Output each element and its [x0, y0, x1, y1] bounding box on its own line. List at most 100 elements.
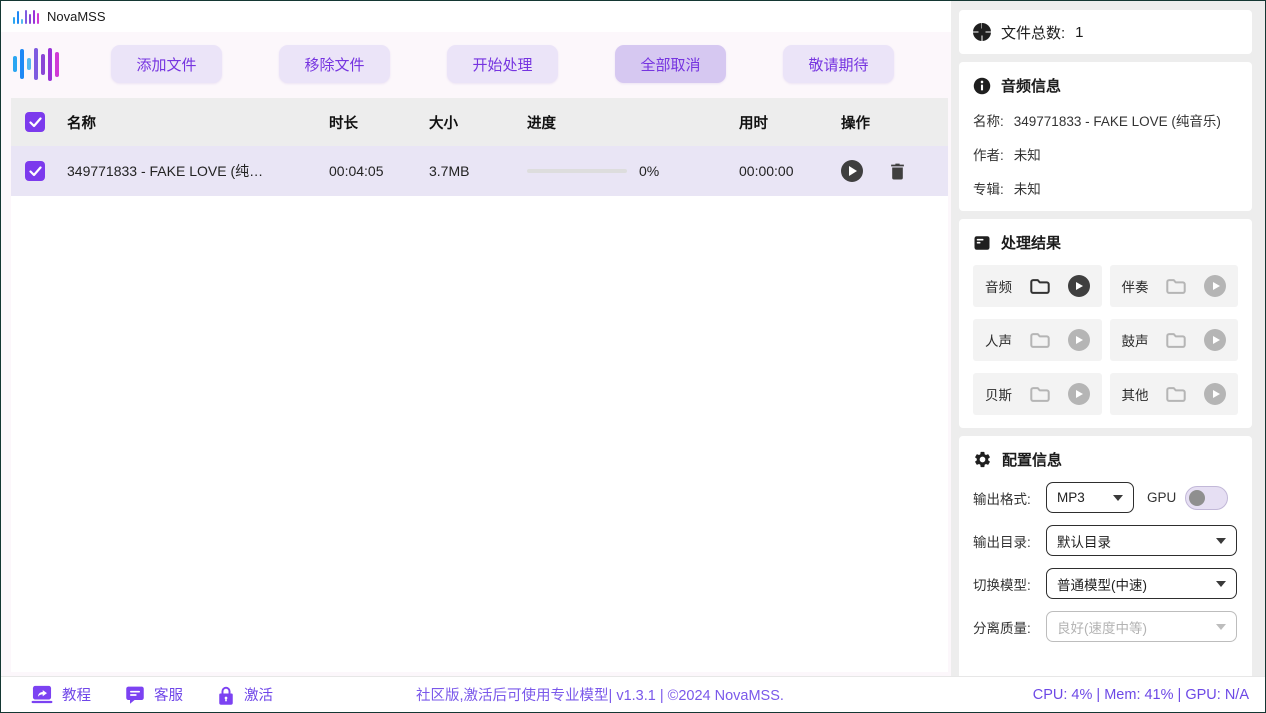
gpu-label: GPU [1147, 490, 1176, 505]
open-folder-button [1165, 385, 1187, 404]
result-tile-audio: 音频 [973, 265, 1102, 307]
add-files-button[interactable]: 添加文件 [111, 45, 222, 83]
support-link[interactable]: 客服 [125, 684, 183, 705]
remove-files-button[interactable]: 移除文件 [279, 45, 390, 83]
open-folder-button [1029, 331, 1051, 350]
play-icon [1213, 282, 1220, 290]
audio-name-value: 349771833 - FAKE LOVE (纯音乐) [1014, 110, 1221, 130]
chevron-down-icon [1113, 495, 1123, 501]
audio-artist-label: 作者: [973, 144, 1004, 164]
play-icon [1076, 282, 1083, 290]
model-select[interactable]: 普通模型(中速) [1046, 568, 1237, 599]
tutorial-link[interactable]: 教程 [31, 684, 91, 705]
output-dir-row: 输出目录: 默认目录 [973, 525, 1238, 556]
sidebar: 文件总数: 1 音频信息 名称: 349771833 - FAKE LOVE (… [951, 1, 1265, 712]
results-card: 处理结果 音频 伴奏 人声 鼓声 [959, 219, 1252, 428]
gpu-toggle[interactable] [1185, 486, 1228, 510]
start-processing-button[interactable]: 开始处理 [447, 45, 558, 83]
play-icon [849, 166, 857, 176]
audio-name-field: 名称: 349771833 - FAKE LOVE (纯音乐) [973, 110, 1238, 130]
results-title: 处理结果 [1001, 232, 1061, 253]
chat-icon [125, 685, 145, 705]
total-files-value: 1 [1075, 24, 1083, 41]
config-title: 配置信息 [1002, 449, 1062, 470]
output-format-label: 输出格式: [973, 488, 1046, 508]
output-format-select[interactable]: MP3 [1046, 482, 1134, 513]
row-checkbox[interactable] [25, 161, 45, 181]
audio-album-value: 未知 [1014, 178, 1041, 198]
results-grid: 音频 伴奏 人声 鼓声 [973, 265, 1238, 415]
audio-name-label: 名称: [973, 110, 1004, 130]
checkmark-icon [29, 166, 42, 177]
audio-album-field: 专辑: 未知 [973, 178, 1238, 198]
output-format-value: MP3 [1057, 490, 1085, 505]
waveform-logo-icon [13, 43, 59, 85]
toggle-knob [1189, 490, 1205, 506]
total-files-card: 文件总数: 1 [959, 10, 1252, 54]
open-folder-button [1165, 277, 1187, 296]
play-result-button[interactable] [1068, 275, 1090, 297]
result-label: 贝斯 [985, 384, 1012, 404]
output-dir-select[interactable]: 默认目录 [1046, 525, 1237, 556]
result-tile-bass: 贝斯 [973, 373, 1102, 415]
header-progress: 进度 [515, 112, 725, 133]
quality-label: 分离质量: [973, 617, 1046, 637]
trash-icon [889, 161, 906, 181]
activate-link[interactable]: 激活 [217, 684, 273, 705]
results-card-icon [973, 234, 991, 252]
output-dir-value: 默认目录 [1057, 531, 1111, 551]
row-elapsed: 00:00:00 [725, 163, 833, 179]
coming-soon-button[interactable]: 敬请期待 [783, 45, 894, 83]
chevron-down-icon [1216, 624, 1226, 630]
table-header-row: 名称 时长 大小 进度 用时 操作 [11, 98, 948, 146]
total-files-label: 文件总数: [1001, 22, 1065, 43]
header-duration: 时长 [317, 112, 417, 133]
chevron-down-icon [1216, 581, 1226, 587]
gear-icon [973, 450, 992, 469]
result-tile-vocals: 人声 [973, 319, 1102, 361]
result-label: 伴奏 [1122, 276, 1149, 296]
activate-label: 激活 [244, 684, 273, 705]
audio-info-title: 音频信息 [1001, 75, 1061, 96]
row-delete-button[interactable] [889, 161, 906, 181]
model-value: 普通模型(中速) [1057, 574, 1147, 594]
quality-row: 分离质量: 良好(速度中等) [973, 611, 1238, 642]
header-name: 名称 [67, 112, 317, 133]
audio-artist-value: 未知 [1014, 144, 1041, 164]
output-dir-label: 输出目录: [973, 531, 1046, 551]
footer: 教程 客服 激活 社区版,激活后可使用专业模型| v1.3.1 | ©2024 … [1, 676, 1265, 712]
play-result-button [1068, 329, 1090, 351]
play-icon [1213, 336, 1220, 344]
play-icon [1076, 390, 1083, 398]
table-row[interactable]: 349771833 - FAKE LOVE (纯… 00:04:05 3.7MB… [11, 146, 948, 196]
select-all-checkbox[interactable] [25, 112, 45, 132]
progress-bar [527, 169, 627, 173]
result-tile-accompaniment: 伴奏 [1110, 265, 1239, 307]
result-label: 其他 [1122, 384, 1149, 404]
config-card: 配置信息 输出格式: MP3 GPU 输出目录: 默认目录 切换模型: [959, 436, 1252, 704]
audio-album-label: 专辑: [973, 178, 1004, 198]
pie-chart-icon [973, 23, 991, 41]
open-folder-button [1029, 385, 1051, 404]
model-row: 切换模型: 普通模型(中速) [973, 568, 1238, 599]
play-result-button [1204, 329, 1226, 351]
system-stats: CPU: 4% | Mem: 41% | GPU: N/A [1033, 687, 1249, 703]
model-label: 切换模型: [973, 574, 1046, 594]
result-tile-other: 其他 [1110, 373, 1239, 415]
window-title: NovaMSS [47, 9, 106, 24]
play-icon [1213, 390, 1220, 398]
output-format-row: 输出格式: MP3 GPU [973, 482, 1238, 513]
play-result-button [1068, 383, 1090, 405]
support-label: 客服 [154, 684, 183, 705]
cancel-all-button[interactable]: 全部取消 [615, 45, 726, 83]
header-elapsed: 用时 [725, 112, 833, 133]
quality-value: 良好(速度中等) [1057, 617, 1147, 637]
tutorial-label: 教程 [62, 684, 91, 705]
row-play-button[interactable] [841, 160, 863, 182]
header-actions: 操作 [833, 112, 948, 133]
audio-artist-field: 作者: 未知 [973, 144, 1238, 164]
file-table: 名称 时长 大小 进度 用时 操作 349771833 - FAKE LOVE … [11, 98, 948, 672]
play-result-button [1204, 383, 1226, 405]
open-folder-button[interactable] [1029, 277, 1051, 296]
checkmark-icon [29, 117, 42, 128]
